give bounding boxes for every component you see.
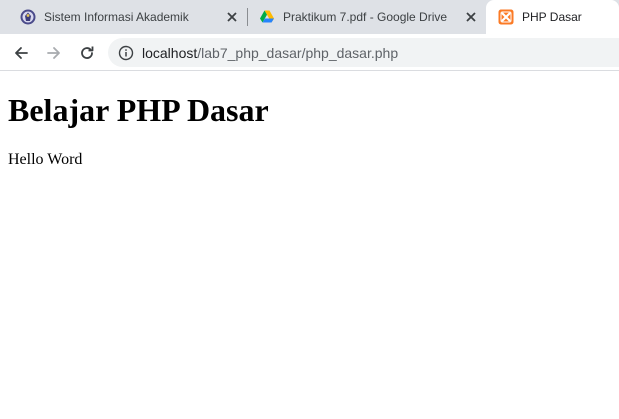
back-arrow-icon xyxy=(15,47,28,59)
tab-title: Sistem Informasi Akademik xyxy=(44,10,189,24)
address-bar[interactable]: localhost/lab7_php_dasar/php_dasar.php xyxy=(108,38,619,67)
reload-icon xyxy=(81,46,94,59)
back-button[interactable] xyxy=(8,40,34,66)
site-info-icon[interactable] xyxy=(118,45,134,61)
tab-strip: Sistem Informasi Akademik Praktikum 7.pd… xyxy=(0,0,619,36)
page-heading: Belajar PHP Dasar xyxy=(8,92,269,128)
tab-close-icon[interactable] xyxy=(223,8,241,26)
url-text[interactable]: localhost/lab7_php_dasar/php_dasar.php xyxy=(142,45,398,61)
tab-sistem-informasi[interactable]: Sistem Informasi Akademik xyxy=(0,0,247,34)
url-host: localhost xyxy=(142,45,198,61)
xampp-icon xyxy=(498,9,514,25)
tab-title: Praktikum 7.pdf - Google Drive xyxy=(283,10,448,24)
tab-close-icon[interactable] xyxy=(462,8,480,26)
page-content: Belajar PHP Dasar Hello Word xyxy=(0,71,619,419)
hello-text: Hello Word xyxy=(8,151,83,168)
reload-button[interactable] xyxy=(74,40,100,66)
tab-title: PHP Dasar xyxy=(522,10,582,24)
tab-google-drive[interactable]: Praktikum 7.pdf - Google Drive xyxy=(248,0,486,34)
tab-php-dasar[interactable]: PHP Dasar xyxy=(486,0,619,36)
forward-button[interactable] xyxy=(41,40,67,66)
url-path: /lab7_php_dasar/php_dasar.php xyxy=(197,45,399,61)
forward-arrow-icon xyxy=(47,47,60,59)
google-drive-icon xyxy=(259,9,275,25)
browser-toolbar: localhost/lab7_php_dasar/php_dasar.php xyxy=(0,34,619,71)
university-seal-icon xyxy=(20,9,36,25)
